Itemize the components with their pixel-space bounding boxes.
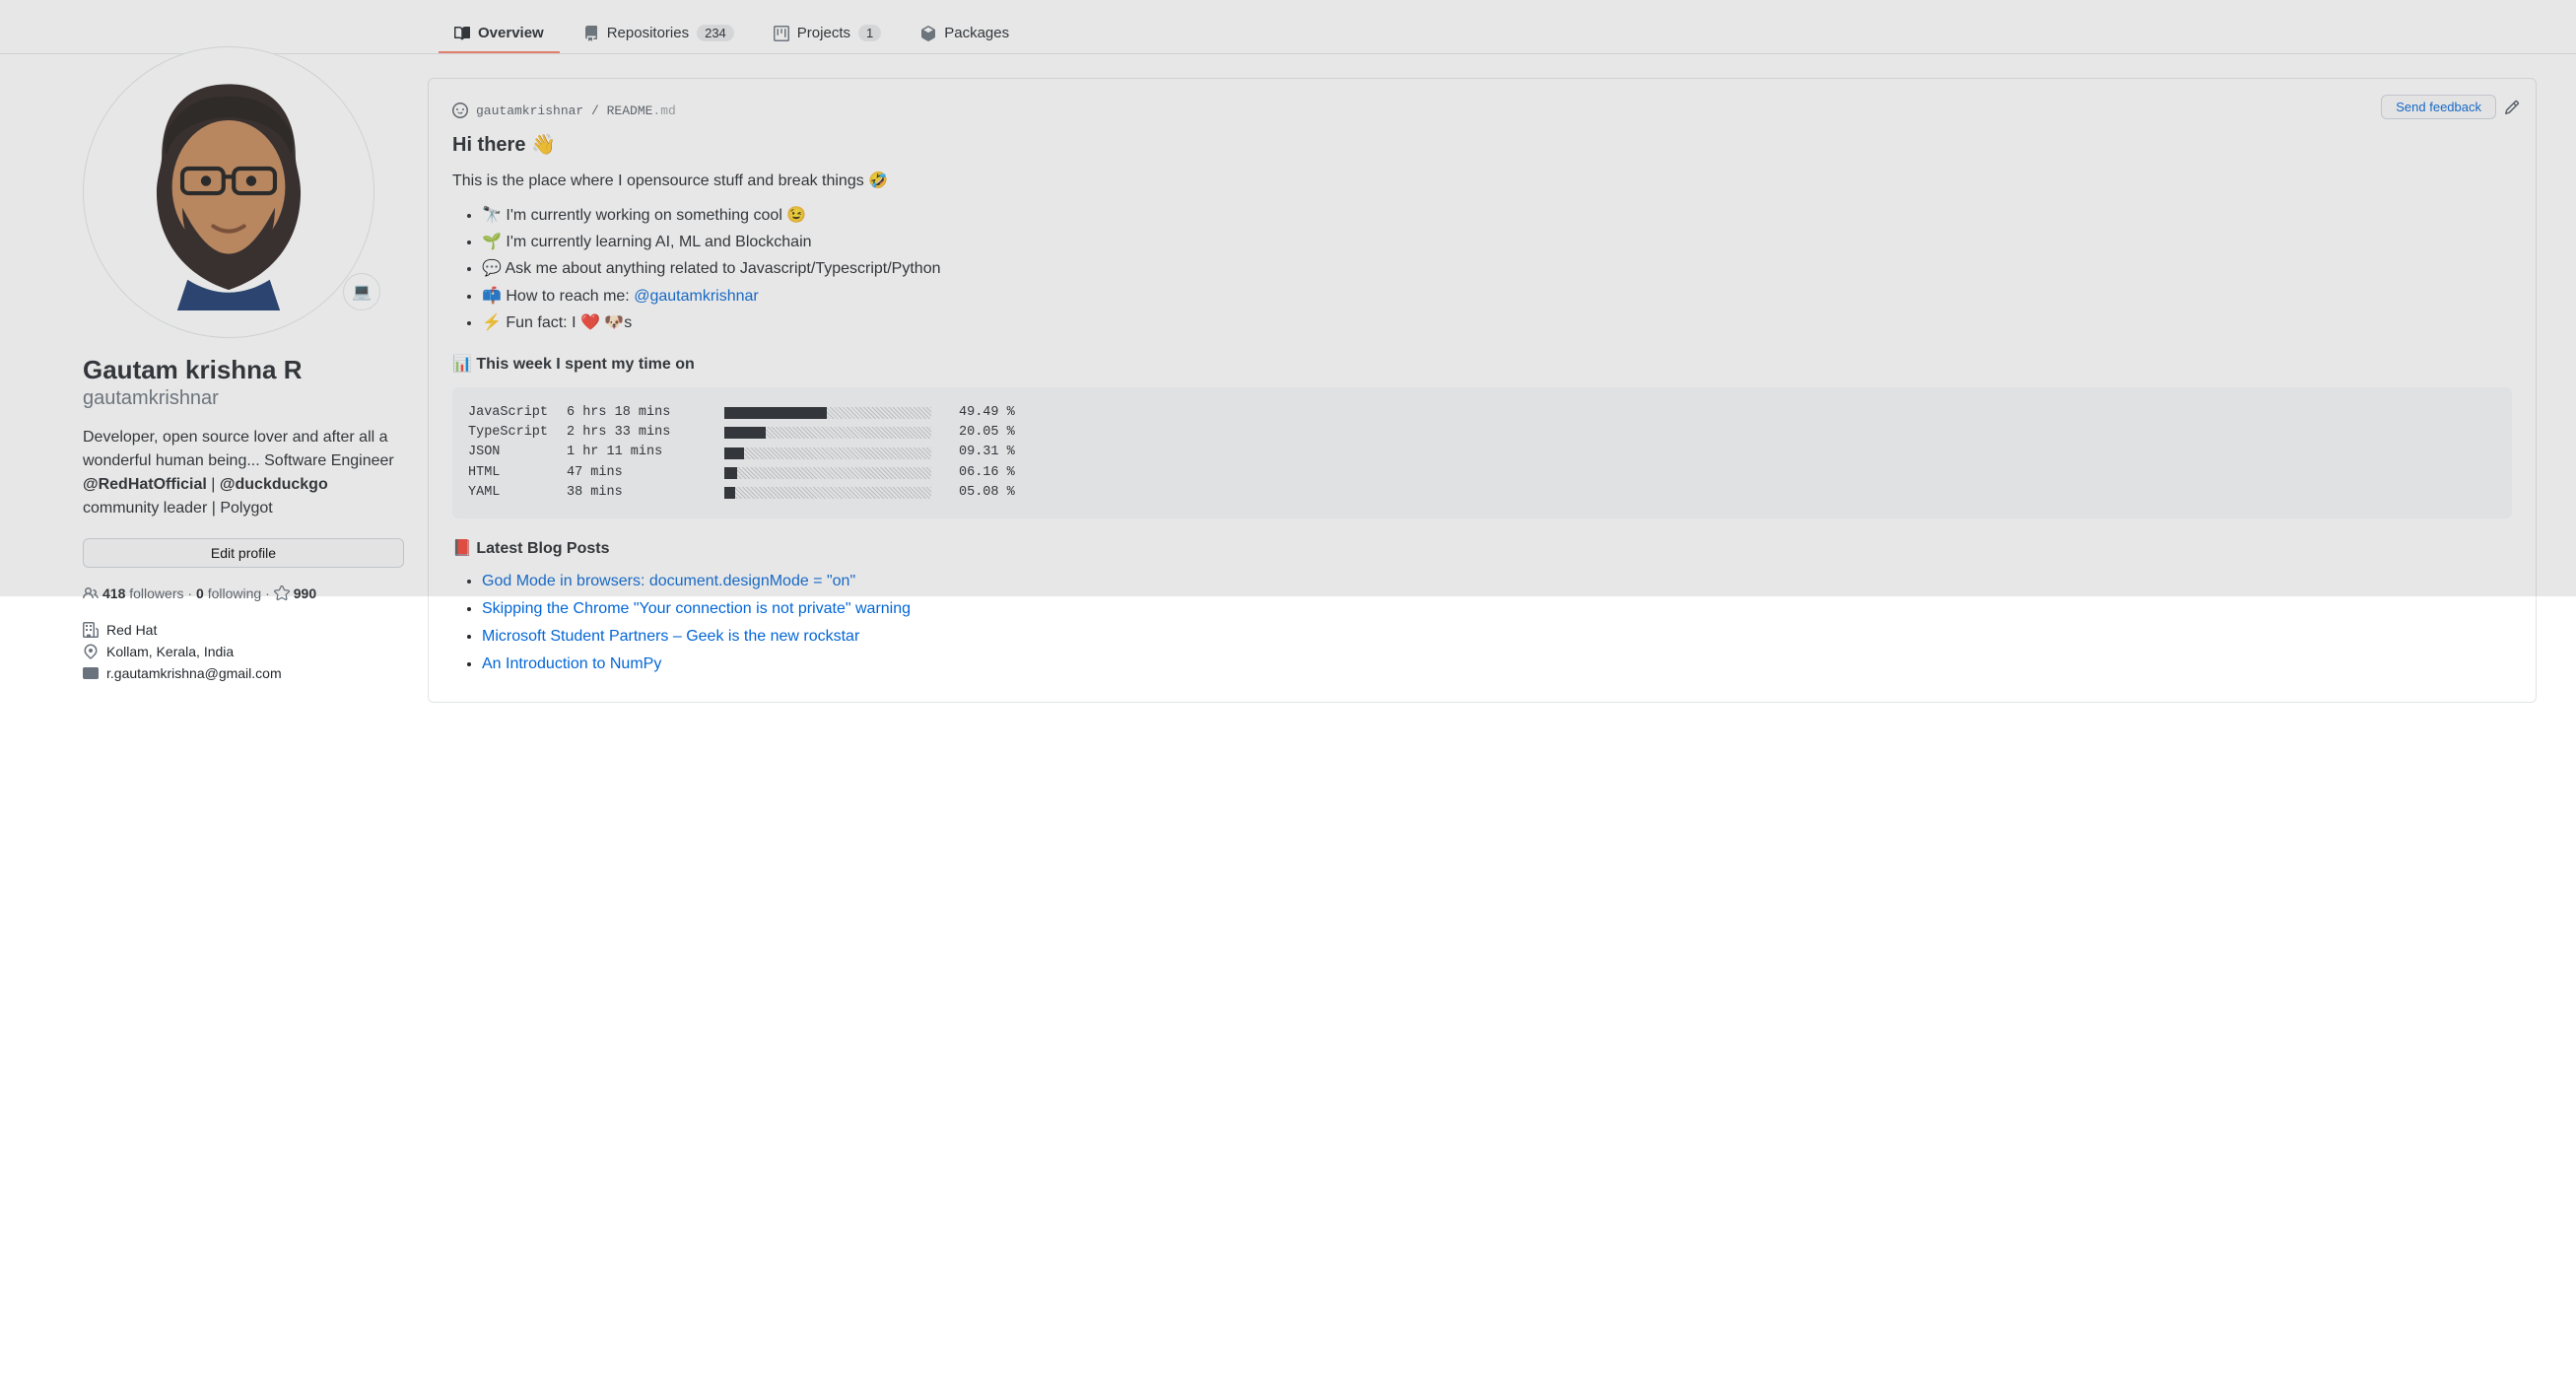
company-item: Red Hat bbox=[83, 619, 404, 641]
repo-count-badge: 234 bbox=[697, 25, 734, 41]
profile-fullname: Gautam krishna R bbox=[83, 354, 404, 386]
profile-username: gautamkrishnar bbox=[83, 386, 404, 410]
blog-heading: 📕 Latest Blog Posts bbox=[452, 538, 2512, 558]
email-item[interactable]: r.gautamkrishna@gmail.com bbox=[83, 662, 404, 684]
tab-packages[interactable]: Packages bbox=[905, 15, 1025, 53]
tab-label: Overview bbox=[478, 25, 544, 41]
list-item: 🌱 I'm currently learning AI, ML and Bloc… bbox=[482, 229, 2512, 255]
readme-box: gautamkrishnar / README.md Send feedback… bbox=[428, 78, 2537, 703]
avatar-image bbox=[125, 74, 332, 310]
readme-intro: This is the place where I opensource stu… bbox=[452, 171, 2512, 190]
blog-post-link[interactable]: God Mode in browsers: document.designMod… bbox=[482, 568, 2512, 595]
stat-row: JavaScript6 hrs 18 mins49.49 % bbox=[468, 403, 2496, 423]
location-item: Kollam, Kerala, India bbox=[83, 641, 404, 662]
tab-label: Projects bbox=[797, 25, 850, 41]
avatar[interactable] bbox=[83, 46, 374, 338]
project-icon bbox=[774, 26, 789, 41]
followers-link[interactable]: 418 followers · bbox=[102, 585, 192, 601]
stat-row: YAML38 mins05.08 % bbox=[468, 483, 2496, 503]
tab-overview[interactable]: Overview bbox=[439, 15, 560, 53]
list-item: ⚡ Fun fact: I ❤️ 🐶s bbox=[482, 310, 2512, 336]
package-icon bbox=[920, 26, 936, 41]
readme-bullets: 🔭 I'm currently working on something coo… bbox=[452, 202, 2512, 336]
following-link[interactable]: 0 following · bbox=[196, 585, 270, 601]
list-item: 📫 How to reach me: @gautamkrishnar bbox=[482, 283, 2512, 310]
stat-row: TypeScript2 hrs 33 mins20.05 % bbox=[468, 423, 2496, 443]
organization-icon bbox=[83, 622, 99, 638]
contact-link[interactable]: @gautamkrishnar bbox=[634, 288, 759, 305]
people-icon bbox=[83, 585, 99, 601]
list-item: 🔭 I'm currently working on something coo… bbox=[482, 202, 2512, 229]
edit-profile-button[interactable]: Edit profile bbox=[83, 538, 404, 568]
stat-row: JSON1 hr 11 mins09.31 % bbox=[468, 443, 2496, 462]
wakatime-stats: JavaScript6 hrs 18 mins49.49 %TypeScript… bbox=[452, 387, 2512, 518]
repo-icon bbox=[583, 26, 599, 41]
smiley-icon bbox=[452, 103, 468, 118]
time-heading: 📊 This week I spent my time on bbox=[452, 354, 2512, 374]
tab-repositories[interactable]: Repositories 234 bbox=[568, 15, 750, 53]
mention-duckduckgo[interactable]: @duckduckgo bbox=[220, 476, 328, 493]
blog-post-link[interactable]: Microsoft Student Partners – Geek is the… bbox=[482, 623, 2512, 651]
list-item: 💬 Ask me about anything related to Javas… bbox=[482, 255, 2512, 282]
tab-label: Repositories bbox=[607, 25, 689, 41]
stars-count[interactable]: 990 bbox=[294, 585, 316, 601]
blog-post-link[interactable]: An Introduction to NumPy bbox=[482, 651, 2512, 678]
tab-projects[interactable]: Projects 1 bbox=[758, 15, 897, 53]
pencil-icon[interactable] bbox=[2504, 100, 2520, 115]
tab-label: Packages bbox=[944, 25, 1009, 41]
status-badge[interactable]: 💻 bbox=[343, 273, 380, 310]
readme-heading: Hi there 👋 bbox=[452, 132, 2512, 157]
profile-bio: Developer, open source lover and after a… bbox=[83, 426, 404, 520]
follower-stats: 418 followers · 0 following · 990 bbox=[83, 585, 404, 601]
stat-row: HTML47 mins06.16 % bbox=[468, 463, 2496, 483]
book-icon bbox=[454, 26, 470, 41]
profile-sidebar: 💻 Gautam krishna R gautamkrishnar Develo… bbox=[83, 46, 404, 703]
send-feedback-button[interactable]: Send feedback bbox=[2381, 95, 2496, 119]
readme-path: gautamkrishnar / README.md bbox=[452, 103, 2512, 118]
project-count-badge: 1 bbox=[858, 25, 881, 41]
blog-post-link[interactable]: Skipping the Chrome "Your connection is … bbox=[482, 595, 2512, 623]
location-icon bbox=[83, 644, 99, 659]
main-content: gautamkrishnar / README.md Send feedback… bbox=[428, 78, 2537, 703]
mention-redhat[interactable]: @RedHatOfficial bbox=[83, 476, 207, 493]
star-icon bbox=[274, 585, 290, 601]
mail-icon bbox=[83, 665, 99, 681]
blog-list: God Mode in browsers: document.designMod… bbox=[452, 568, 2512, 678]
